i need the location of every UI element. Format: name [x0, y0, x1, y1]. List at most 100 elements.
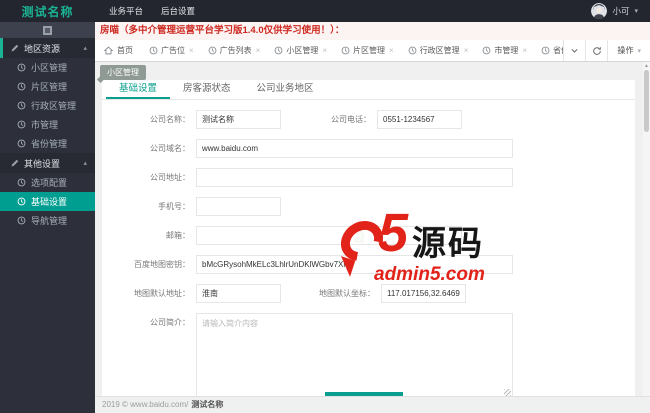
close-tab-icon[interactable]: × [189, 46, 194, 55]
sidebar-item-admin-region-mgmt[interactable]: 行政区管理 [0, 96, 95, 115]
tab-district-mgmt[interactable]: 片区管理 × [334, 40, 401, 61]
company-name-label: 公司名称： [150, 115, 190, 124]
avatar [591, 3, 608, 19]
close-tab-icon[interactable]: × [389, 46, 394, 55]
action-button[interactable]: 操作 ▾ [607, 40, 650, 61]
sidebar-item-province-mgmt[interactable]: 省份管理 [0, 134, 95, 153]
menu-admin-settings[interactable]: 后台设置 [161, 5, 195, 17]
footer-brand: 测试名称 [191, 400, 224, 409]
clock-icon [541, 46, 550, 55]
form-row: 地图默认地址： 地图默认坐标： [102, 284, 635, 303]
company-address-input[interactable] [196, 168, 513, 187]
sidebar-item-label: 行政区管理 [31, 101, 77, 111]
form-row: 公司简介： [102, 313, 635, 396]
mobile-input[interactable] [196, 197, 281, 216]
settings-card: 基础设置 房客源状态 公司业务地区 公司名称： 公司电话： 公司域名： 公司地址… [102, 80, 635, 396]
map-default-address-label: 地图默认地址： [134, 289, 190, 298]
map-default-address-input[interactable] [196, 284, 281, 303]
tab-list-dropdown-button[interactable] [563, 40, 586, 61]
sidebar-item-community-mgmt[interactable]: 小区管理 [0, 58, 95, 77]
clock-icon [17, 197, 26, 206]
clock-icon [17, 82, 26, 91]
close-tab-icon[interactable]: × [522, 46, 527, 55]
sidebar-item-label: 省份管理 [31, 139, 68, 149]
form-row: 邮箱： [102, 226, 635, 245]
tab-city-mgmt[interactable]: 市管理 × [475, 40, 534, 61]
sidebar-item-label: 市管理 [31, 120, 59, 130]
sidebar-item-city-mgmt[interactable]: 市管理 [0, 115, 95, 134]
sidebar-section-label: 地区资源 [24, 43, 61, 54]
tab-community-mgmt[interactable]: 小区管理 × [267, 40, 334, 61]
sidebar-collapse-strip [0, 22, 95, 38]
caret-down-icon: ▾ [637, 47, 641, 55]
tab-label: 广告列表 [219, 46, 252, 55]
form-row: 百度地图密钥： [102, 255, 635, 274]
tab-label: 行政区管理 [419, 46, 460, 55]
close-tab-icon[interactable]: × [464, 46, 469, 55]
caret-up-icon: ▴ [83, 160, 87, 167]
close-tab-icon[interactable]: × [322, 46, 327, 55]
scrollbar-thumb[interactable] [644, 70, 649, 132]
sidebar-section-label: 其他设置 [24, 158, 61, 169]
company-address-label: 公司地址： [150, 173, 190, 182]
tab-ad-list[interactable]: 广告列表 × [201, 40, 268, 61]
tab-basic-settings[interactable]: 基础设置 [106, 80, 171, 99]
clock-icon [17, 63, 26, 72]
sidebar-item-label: 小区管理 [31, 63, 68, 73]
map-default-coords-input[interactable] [381, 284, 466, 303]
close-tab-icon[interactable]: × [256, 46, 261, 55]
collapse-toggle-icon[interactable] [43, 25, 52, 35]
brand-logo[interactable]: 测试名称 [0, 3, 95, 20]
sidebar-item-basic-settings[interactable]: 基础设置 [0, 192, 95, 211]
sidebar-item-option-config[interactable]: 选项配置 [0, 173, 95, 192]
email-input[interactable] [196, 226, 462, 245]
sidebar-item-district-mgmt[interactable]: 片区管理 [0, 77, 95, 96]
resize-handle[interactable] [504, 389, 511, 396]
user-avatar-icon [591, 3, 608, 19]
clock-icon [482, 46, 491, 55]
user-menu[interactable]: 小可 ▾ [591, 3, 638, 19]
tab-tooltip: 小区管理 [100, 65, 146, 80]
map-default-coords-label: 地图默认坐标： [319, 289, 375, 298]
tab-province-mgmt[interactable]: 省份管理 × [534, 40, 563, 61]
tab-label: 市管理 [494, 46, 519, 55]
baidu-map-key-input[interactable] [196, 255, 513, 274]
tab-admin-region-mgmt[interactable]: 行政区管理 × [401, 40, 476, 61]
clock-icon [208, 46, 217, 55]
tab-housing-status[interactable]: 房客源状态 [170, 80, 244, 99]
caret-up-icon: ▴ [83, 45, 87, 52]
footer-copyright: 2019 © www.baidu.com/ [102, 400, 189, 409]
scroll-up-icon[interactable]: ▲ [643, 63, 650, 69]
tools-icon [10, 159, 19, 168]
tab-refresh-button[interactable] [585, 40, 608, 61]
clock-icon [17, 216, 26, 225]
tab-ad-position[interactable]: 广告位 × [142, 40, 201, 61]
company-domain-label: 公司域名： [150, 144, 190, 153]
tab-home[interactable]: 首页 [95, 40, 142, 61]
main-content: 小区管理 基础设置 房客源状态 公司业务地区 公司名称： 公司电话： 公司域名： [95, 62, 650, 396]
sidebar-section-region-resources[interactable]: 地区资源 ▴ [0, 38, 95, 58]
company-phone-input[interactable] [377, 110, 462, 129]
tab-label: 片区管理 [353, 46, 386, 55]
company-intro-textarea[interactable] [196, 313, 513, 396]
menu-business-platform[interactable]: 业务平台 [109, 5, 143, 17]
tools-icon [10, 44, 19, 53]
tab-company-business-area[interactable]: 公司业务地区 [244, 80, 327, 99]
notice-bar: 房喵（多中介管理运营平台学习版1.4.0仅供学习使用！）： [95, 22, 650, 40]
scrollbar[interactable]: ▲ [643, 62, 650, 396]
open-tabs: 广告位 × 广告列表 × 小区管理 × 片区管理 × 行政区管理 × 市管理 ×… [142, 40, 563, 61]
clock-icon [17, 178, 26, 187]
sidebar-item-label: 选项配置 [31, 178, 68, 188]
company-domain-input[interactable] [196, 139, 513, 158]
company-name-input[interactable] [196, 110, 281, 129]
sidebar-item-nav-mgmt[interactable]: 导航管理 [0, 211, 95, 230]
sidebar-item-label: 基础设置 [31, 197, 68, 207]
tab-label: 首页 [117, 46, 133, 55]
sidebar: 地区资源 ▴ 小区管理 片区管理 行政区管理 市管理 省份管理 其他设置 ▴ 选… [0, 22, 95, 413]
company-intro-label: 公司简介： [150, 318, 190, 327]
top-menu: 业务平台 后台设置 [109, 5, 195, 17]
mobile-label: 手机号： [158, 202, 190, 211]
baidu-map-key-label: 百度地图密钥： [134, 260, 190, 269]
sidebar-item-label: 片区管理 [31, 82, 68, 92]
sidebar-section-other-settings[interactable]: 其他设置 ▴ [0, 153, 95, 173]
